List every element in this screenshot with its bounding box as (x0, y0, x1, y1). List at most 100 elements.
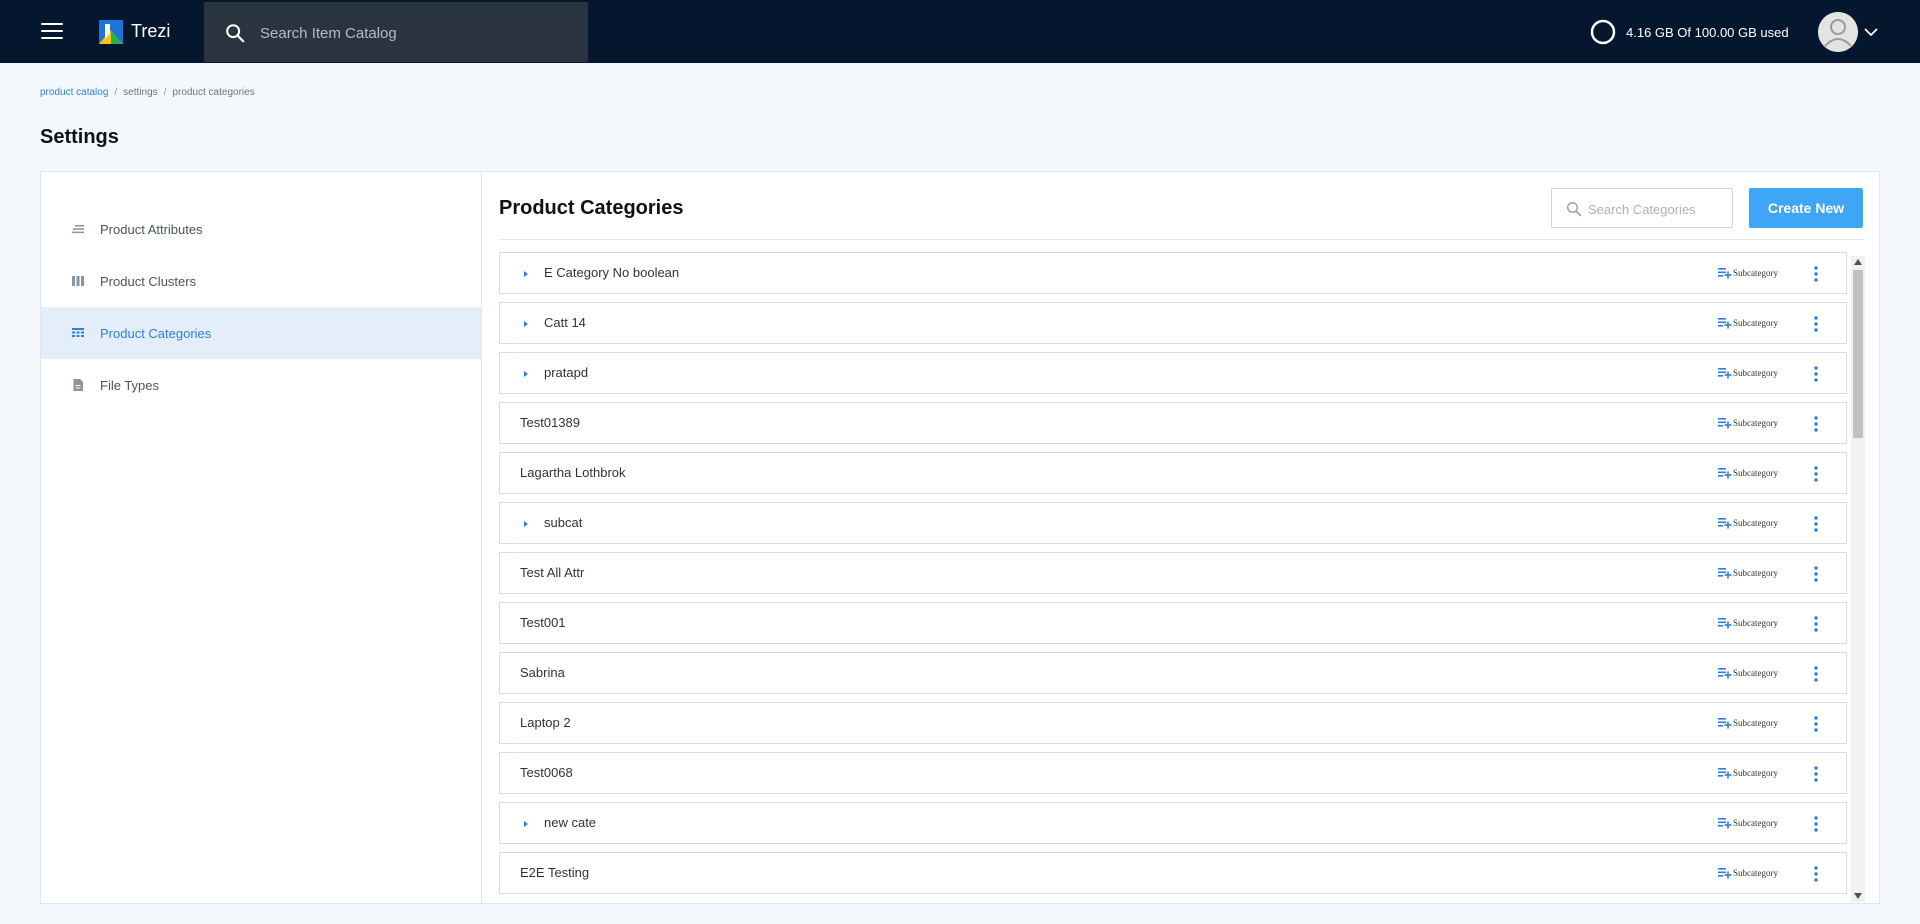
sidebar-item-label: Product Attributes (100, 221, 203, 237)
add-subcategory-button[interactable]: Subcategory (1718, 417, 1778, 429)
subcategory-label: Subcategory (1733, 718, 1778, 728)
storage-ring-icon (1590, 19, 1616, 45)
add-subcategory-button[interactable]: Subcategory (1718, 767, 1778, 779)
add-subcategory-button[interactable]: Subcategory (1718, 317, 1778, 329)
category-name: E2E Testing (520, 865, 590, 880)
add-subcategory-button[interactable]: Subcategory (1718, 517, 1778, 529)
breadcrumb-product-catalog[interactable]: product catalog (40, 87, 108, 98)
list-scrollbar[interactable] (1851, 256, 1865, 902)
subcategory-label: Subcategory (1733, 668, 1778, 678)
more-options-icon[interactable] (1810, 665, 1822, 683)
playlist-add-icon (1718, 468, 1732, 479)
more-options-icon[interactable] (1810, 765, 1822, 783)
chevron-down-icon[interactable] (1863, 24, 1879, 40)
more-options-icon[interactable] (1810, 415, 1822, 433)
trezi-logo (99, 20, 123, 44)
category-name: new cate (544, 815, 597, 830)
sidebar-item-file-types[interactable]: File Types (41, 359, 481, 411)
more-options-icon[interactable] (1810, 815, 1822, 833)
search-icon (226, 24, 245, 43)
category-name: Sabrina (520, 665, 565, 680)
category-search[interactable] (1551, 188, 1733, 228)
subcategory-label: Subcategory (1733, 768, 1778, 778)
add-subcategory-button[interactable]: Subcategory (1718, 567, 1778, 579)
category-row[interactable]: pratapd Subcategory (499, 352, 1847, 394)
sidebar-item-label: Product Clusters (100, 273, 197, 289)
content-title: Product Categories (499, 197, 684, 219)
more-options-icon[interactable] (1810, 615, 1822, 633)
scroll-up-icon[interactable] (1854, 259, 1862, 265)
more-options-icon[interactable] (1810, 565, 1822, 583)
category-row[interactable]: Sabrina Subcategory (499, 652, 1847, 694)
category-row[interactable]: Catt 14 Subcategory (499, 302, 1847, 344)
category-name: Test All Attr (520, 565, 585, 580)
subcategory-label: Subcategory (1733, 468, 1778, 478)
category-row[interactable]: E2E Testing Subcategory (499, 852, 1847, 894)
expand-caret-icon[interactable] (522, 520, 530, 528)
avatar[interactable] (1818, 12, 1858, 52)
sidebar-item-product-attributes[interactable]: Product Attributes (41, 203, 481, 255)
playlist-add-icon (1718, 668, 1732, 679)
scrollbar-thumb[interactable] (1853, 270, 1863, 438)
more-options-icon[interactable] (1810, 265, 1822, 283)
add-subcategory-button[interactable]: Subcategory (1718, 617, 1778, 629)
catalog-search-input[interactable] (260, 20, 560, 46)
sidebar-item-product-clusters[interactable]: Product Clusters (41, 255, 481, 307)
category-name: Lagartha Lothbrok (520, 465, 626, 480)
category-name: Laptop 2 (520, 715, 571, 730)
category-name: Test0068 (520, 765, 573, 780)
breadcrumb-separator: / (114, 87, 118, 98)
category-row[interactable]: Laptop 2 Subcategory (499, 702, 1847, 744)
more-options-icon[interactable] (1810, 715, 1822, 733)
playlist-add-icon (1718, 618, 1732, 629)
breadcrumb: product catalog / settings / product cat… (40, 87, 255, 98)
sidebar-item-label: File Types (100, 377, 160, 393)
catalog-search[interactable] (204, 2, 588, 62)
subcategory-label: Subcategory (1733, 318, 1778, 328)
expand-caret-icon[interactable] (522, 820, 530, 828)
menu-icon[interactable] (41, 23, 63, 39)
expand-caret-icon[interactable] (522, 320, 530, 328)
subcategory-label: Subcategory (1733, 818, 1778, 828)
playlist-add-icon (1718, 268, 1732, 279)
breadcrumb-settings: settings (123, 87, 158, 98)
expand-caret-icon[interactable] (522, 370, 530, 378)
scroll-down-icon[interactable] (1854, 893, 1862, 899)
category-search-input[interactable] (1588, 199, 1728, 219)
divider (499, 239, 1864, 240)
add-subcategory-button[interactable]: Subcategory (1718, 867, 1778, 879)
add-subcategory-button[interactable]: Subcategory (1718, 267, 1778, 279)
add-subcategory-button[interactable]: Subcategory (1718, 367, 1778, 379)
categories-icon (72, 328, 84, 337)
more-options-icon[interactable] (1810, 865, 1822, 883)
add-subcategory-button[interactable]: Subcategory (1718, 717, 1778, 729)
storage-usage: 4.16 GB Of 100.00 GB used (1590, 19, 1789, 45)
add-subcategory-button[interactable]: Subcategory (1718, 467, 1778, 479)
create-new-button[interactable]: Create New (1749, 188, 1863, 228)
more-options-icon[interactable] (1810, 465, 1822, 483)
subcategory-label: Subcategory (1733, 518, 1778, 528)
category-row[interactable]: Test All Attr Subcategory (499, 552, 1847, 594)
sidebar-item-label: Product Categories (100, 325, 212, 341)
clusters-icon (72, 276, 84, 286)
category-row[interactable]: Lagartha Lothbrok Subcategory (499, 452, 1847, 494)
sidebar-item-product-categories[interactable]: Product Categories (41, 307, 481, 359)
subcategory-label: Subcategory (1733, 618, 1778, 628)
playlist-add-icon (1718, 768, 1732, 779)
playlist-add-icon (1718, 368, 1732, 379)
more-options-icon[interactable] (1810, 515, 1822, 533)
more-options-icon[interactable] (1810, 365, 1822, 383)
expand-caret-icon[interactable] (522, 270, 530, 278)
add-subcategory-button[interactable]: Subcategory (1718, 817, 1778, 829)
category-row[interactable]: Test0068 Subcategory (499, 752, 1847, 794)
category-row[interactable]: subcat Subcategory (499, 502, 1847, 544)
category-row[interactable]: Test01389 Subcategory (499, 402, 1847, 444)
category-row[interactable]: new cate Subcategory (499, 802, 1847, 844)
more-options-icon[interactable] (1810, 315, 1822, 333)
category-row[interactable]: Test001 Subcategory (499, 602, 1847, 644)
subcategory-label: Subcategory (1733, 568, 1778, 578)
settings-panel: Product Attributes Product Clusters Prod… (40, 171, 1880, 904)
playlist-add-icon (1718, 318, 1732, 329)
category-row[interactable]: E Category No boolean Subcategory (499, 252, 1847, 294)
add-subcategory-button[interactable]: Subcategory (1718, 667, 1778, 679)
